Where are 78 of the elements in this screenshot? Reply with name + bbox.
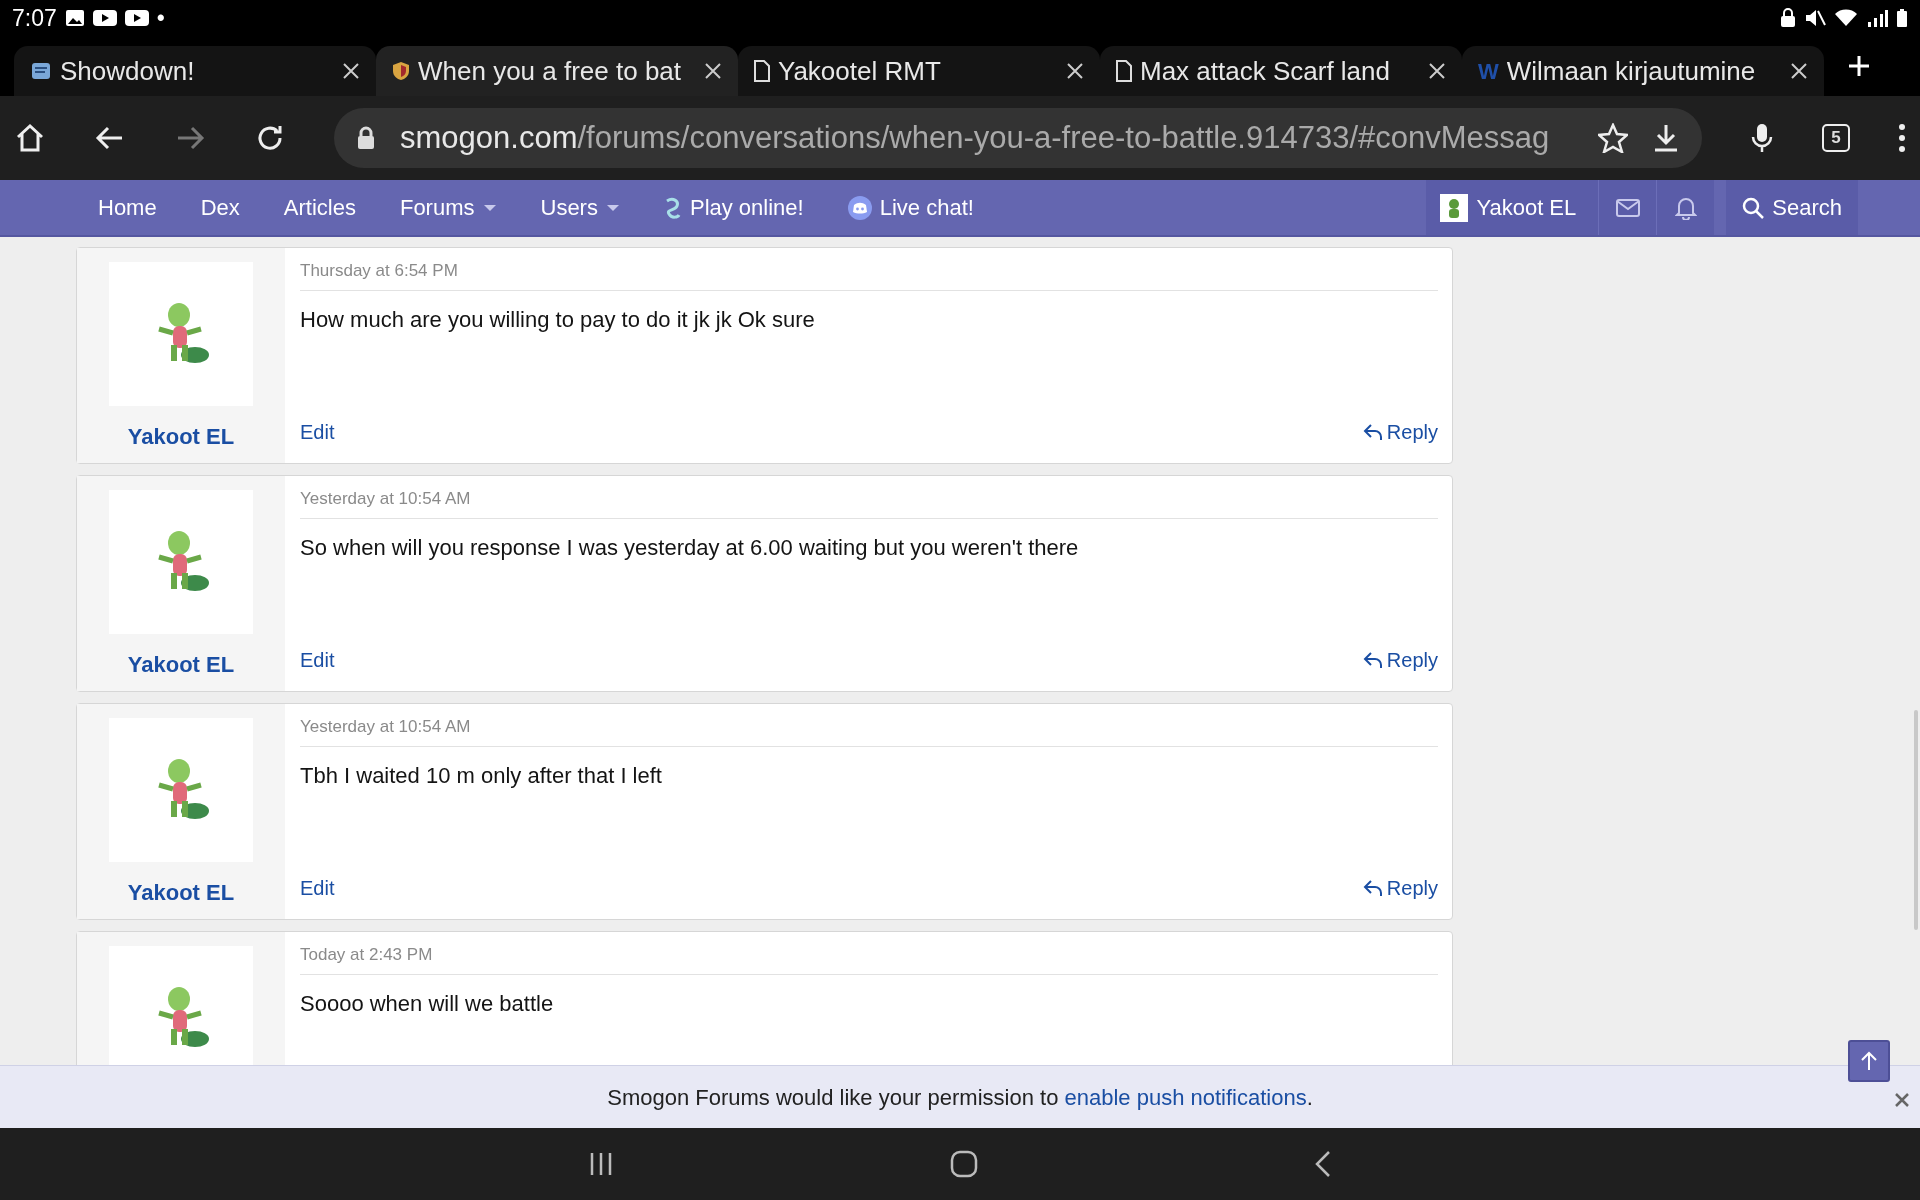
mute-icon <box>1804 8 1826 28</box>
download-icon[interactable] <box>1652 123 1680 153</box>
message-text: Soooo when will we battle <box>300 989 555 1018</box>
page-icon <box>754 60 770 82</box>
wifi-icon <box>1834 8 1858 28</box>
play-icon <box>124 8 149 28</box>
message-date: Yesterday at 10:54 AM <box>300 486 1438 519</box>
close-icon[interactable] <box>1066 62 1084 80</box>
enable-notifications-link[interactable]: enable push notifications <box>1064 1084 1307 1110</box>
edit-link[interactable]: Edit <box>300 417 335 447</box>
arrow-up-icon <box>1860 1051 1878 1071</box>
nav-link[interactable]: Dex <box>178 191 262 224</box>
battery-icon <box>1896 8 1908 28</box>
clock-time: 7:07 <box>12 3 57 33</box>
close-icon[interactable] <box>342 62 360 80</box>
back-to-top-button[interactable] <box>1848 1040 1890 1082</box>
notification-dot: • <box>156 3 165 33</box>
home-button-icon[interactable] <box>950 1150 978 1178</box>
browser-tab[interactable]: When you a free to bat <box>376 46 738 96</box>
message-text: So when will you response I was yesterday at 6.00 waiting but you weren't there <box>300 533 1080 562</box>
page-icon <box>1116 60 1132 82</box>
mail-icon[interactable] <box>1615 198 1640 217</box>
caret-icon <box>605 203 620 212</box>
message-date: Today at 2:43 PM <box>300 942 1438 975</box>
image-icon <box>64 8 85 28</box>
plus-icon[interactable] <box>1847 54 1871 78</box>
caret-icon <box>482 203 497 212</box>
avatar-icon <box>1440 193 1469 222</box>
signal-icon <box>1866 8 1888 28</box>
reply-icon <box>1362 879 1383 897</box>
close-icon[interactable] <box>1428 62 1446 80</box>
reply-link[interactable]: Reply <box>1362 873 1438 903</box>
search-button[interactable]: Search <box>1726 180 1858 235</box>
username-link[interactable]: Yakoot EL <box>127 420 235 453</box>
username-link[interactable]: Yakoot EL <box>127 876 235 909</box>
reply-link[interactable]: Reply <box>1362 417 1438 447</box>
reply-link[interactable]: Reply <box>1362 645 1438 675</box>
favicon-letter: W <box>1478 57 1499 86</box>
nav-link[interactable]: Forums <box>377 191 519 224</box>
close-icon <box>1894 1092 1910 1109</box>
username-link[interactable]: Yakoot EL <box>127 648 235 681</box>
message-date: Thursday at 6:54 PM <box>300 258 1438 291</box>
shield-icon <box>392 61 410 81</box>
message-text: How much are you willing to pay to do it jk jk Ok sure <box>300 305 816 334</box>
reply-icon <box>1362 423 1383 441</box>
tab-count-button[interactable]: 5 <box>1822 124 1850 152</box>
recent-apps-icon[interactable] <box>588 1151 614 1177</box>
reply-icon <box>1362 651 1383 669</box>
close-icon[interactable] <box>704 62 722 80</box>
lock-icon <box>1780 8 1796 28</box>
scrollbar[interactable] <box>1914 710 1918 930</box>
message-date: Yesterday at 10:54 AM <box>300 714 1438 747</box>
menu-icon[interactable] <box>1898 123 1906 153</box>
notification-message: Smogon Forums would like your permission to enable push notifications. <box>607 1083 1313 1112</box>
nav-link[interactable]: Articles <box>261 191 378 224</box>
back-button-icon[interactable] <box>1314 1150 1332 1178</box>
browser-tab[interactable]: Max attack Scarf land <box>1100 46 1462 96</box>
edit-link[interactable]: Edit <box>300 645 335 675</box>
close-icon[interactable] <box>1790 62 1808 80</box>
home-icon[interactable] <box>14 122 46 154</box>
search-icon <box>1742 196 1765 219</box>
chat-icon <box>847 195 872 220</box>
edit-link[interactable]: Edit <box>300 873 335 903</box>
browser-tab[interactable]: Showdown! <box>14 46 376 96</box>
browser-tab[interactable]: W Wilmaan kirjautumine <box>1462 46 1824 96</box>
url-text: smogon.com/forums/conversations/when-you-a-free-to-battle.914733/#convMessag <box>400 118 1551 157</box>
microphone-icon[interactable] <box>1750 122 1774 154</box>
star-icon[interactable] <box>1598 123 1628 153</box>
address-bar[interactable]: smogon.com/forums/conversations/when-you-a-free-to-battle.914733/#convMessag <box>334 108 1702 168</box>
lock-icon <box>356 126 376 150</box>
nav-link[interactable]: Play online! <box>641 191 826 224</box>
nav-link[interactable]: Home <box>76 191 179 224</box>
nav-link[interactable]: Live chat! <box>825 191 996 224</box>
play-icon <box>92 8 117 28</box>
message-text: Tbh I waited 10 m only after that I left <box>300 761 663 790</box>
bell-icon[interactable] <box>1674 195 1697 220</box>
browser-tab[interactable]: Yakootel RMT <box>738 46 1100 96</box>
nav-link[interactable]: Users <box>518 191 642 224</box>
